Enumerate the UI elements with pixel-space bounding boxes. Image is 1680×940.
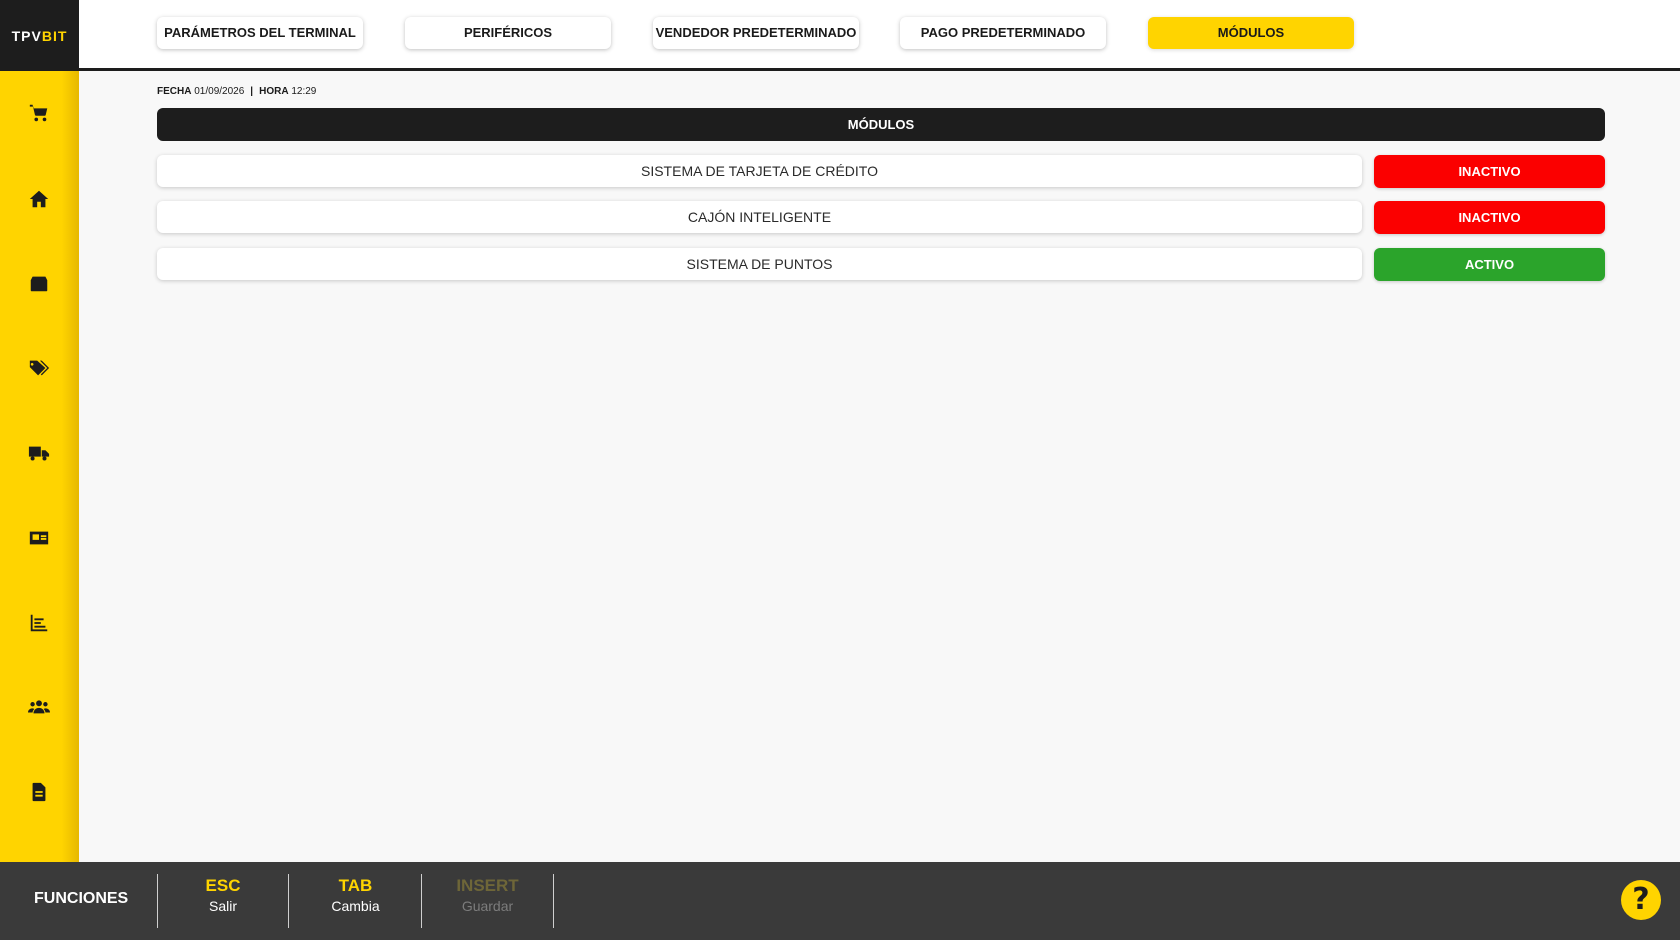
home-icon: [28, 188, 50, 215]
app-logo: TPV BIT: [0, 0, 79, 71]
sidebar-item-documents[interactable]: [14, 769, 64, 819]
sidebar-item-products[interactable]: [14, 260, 64, 310]
functions-title: FUNCIONES: [34, 890, 129, 907]
sidebar-item-staff[interactable]: [14, 684, 64, 734]
module-row: SISTEMA DE PUNTOS ACTIVO: [157, 248, 1605, 281]
sidebar: [0, 71, 79, 862]
fkey-desc: Guardar: [461, 898, 514, 914]
sidebar-item-home[interactable]: [14, 176, 64, 226]
tab-peripherals[interactable]: PERIFÉRICOS: [405, 17, 611, 49]
fkey-key: ESC: [205, 876, 241, 895]
section-title: MÓDULOS: [157, 108, 1605, 141]
function-bar: FUNCIONES ESC Salir TAB Cambia INSERT Gu…: [0, 862, 1680, 940]
tab-default-seller[interactable]: VENDEDOR PREDETERMINADO: [653, 17, 859, 49]
module-name: SISTEMA DE PUNTOS: [157, 248, 1362, 280]
time-value: 12:29: [291, 86, 317, 97]
fkey-key: INSERT: [456, 876, 519, 895]
module-status-toggle[interactable]: INACTIVO: [1374, 155, 1605, 188]
help-icon: ?: [1632, 882, 1650, 917]
tab-default-payment[interactable]: PAGO PREDETERMINADO: [900, 17, 1106, 49]
time-label: HORA: [259, 86, 289, 97]
sidebar-item-prices[interactable]: [14, 345, 64, 395]
document-icon: [28, 781, 50, 808]
date-time-separator: |: [250, 86, 254, 97]
help-button[interactable]: ?: [1621, 880, 1661, 920]
tab-terminal-parameters[interactable]: PARÁMETROS DEL TERMINAL: [157, 17, 363, 49]
top-tab-bar: PARÁMETROS DEL TERMINAL PERIFÉRICOS VEND…: [79, 0, 1680, 71]
cart-icon: [28, 102, 50, 129]
sidebar-item-sales[interactable]: [14, 90, 64, 140]
fkey-desc: Cambia: [331, 898, 380, 914]
module-status-toggle[interactable]: ACTIVO: [1374, 248, 1605, 281]
chart-icon: [28, 612, 50, 639]
date-time-line: FECHA 01/09/2026 | HORA 12:29: [157, 86, 316, 97]
users-icon: [28, 696, 50, 723]
logo-main-text: TPV: [11, 27, 42, 44]
date-label: FECHA: [157, 86, 192, 97]
fkey-key: TAB: [338, 876, 373, 895]
id-card-icon: [28, 527, 50, 554]
date-value: 01/09/2026: [194, 86, 245, 97]
tab-modules[interactable]: MÓDULOS: [1148, 17, 1354, 49]
logo-accent-text: BIT: [41, 27, 68, 44]
module-row: SISTEMA DE TARJETA DE CRÉDITO INACTIVO: [157, 155, 1605, 188]
esc-exit-button[interactable]: ESC Salir: [157, 874, 289, 928]
tags-icon: [28, 357, 50, 384]
module-row: CAJÓN INTELIGENTE INACTIVO: [157, 201, 1605, 234]
module-name: CAJÓN INTELIGENTE: [157, 201, 1362, 233]
tab-switch-button[interactable]: TAB Cambia: [290, 874, 422, 928]
module-status-toggle[interactable]: INACTIVO: [1374, 201, 1605, 234]
insert-save-button: INSERT Guardar: [422, 874, 554, 928]
box-icon: [28, 272, 50, 299]
truck-icon: [28, 442, 50, 469]
sidebar-item-customers[interactable]: [14, 515, 64, 565]
sidebar-item-reports[interactable]: [14, 600, 64, 650]
fkey-desc: Salir: [208, 898, 237, 914]
sidebar-item-suppliers[interactable]: [14, 430, 64, 480]
module-name: SISTEMA DE TARJETA DE CRÉDITO: [157, 155, 1362, 187]
